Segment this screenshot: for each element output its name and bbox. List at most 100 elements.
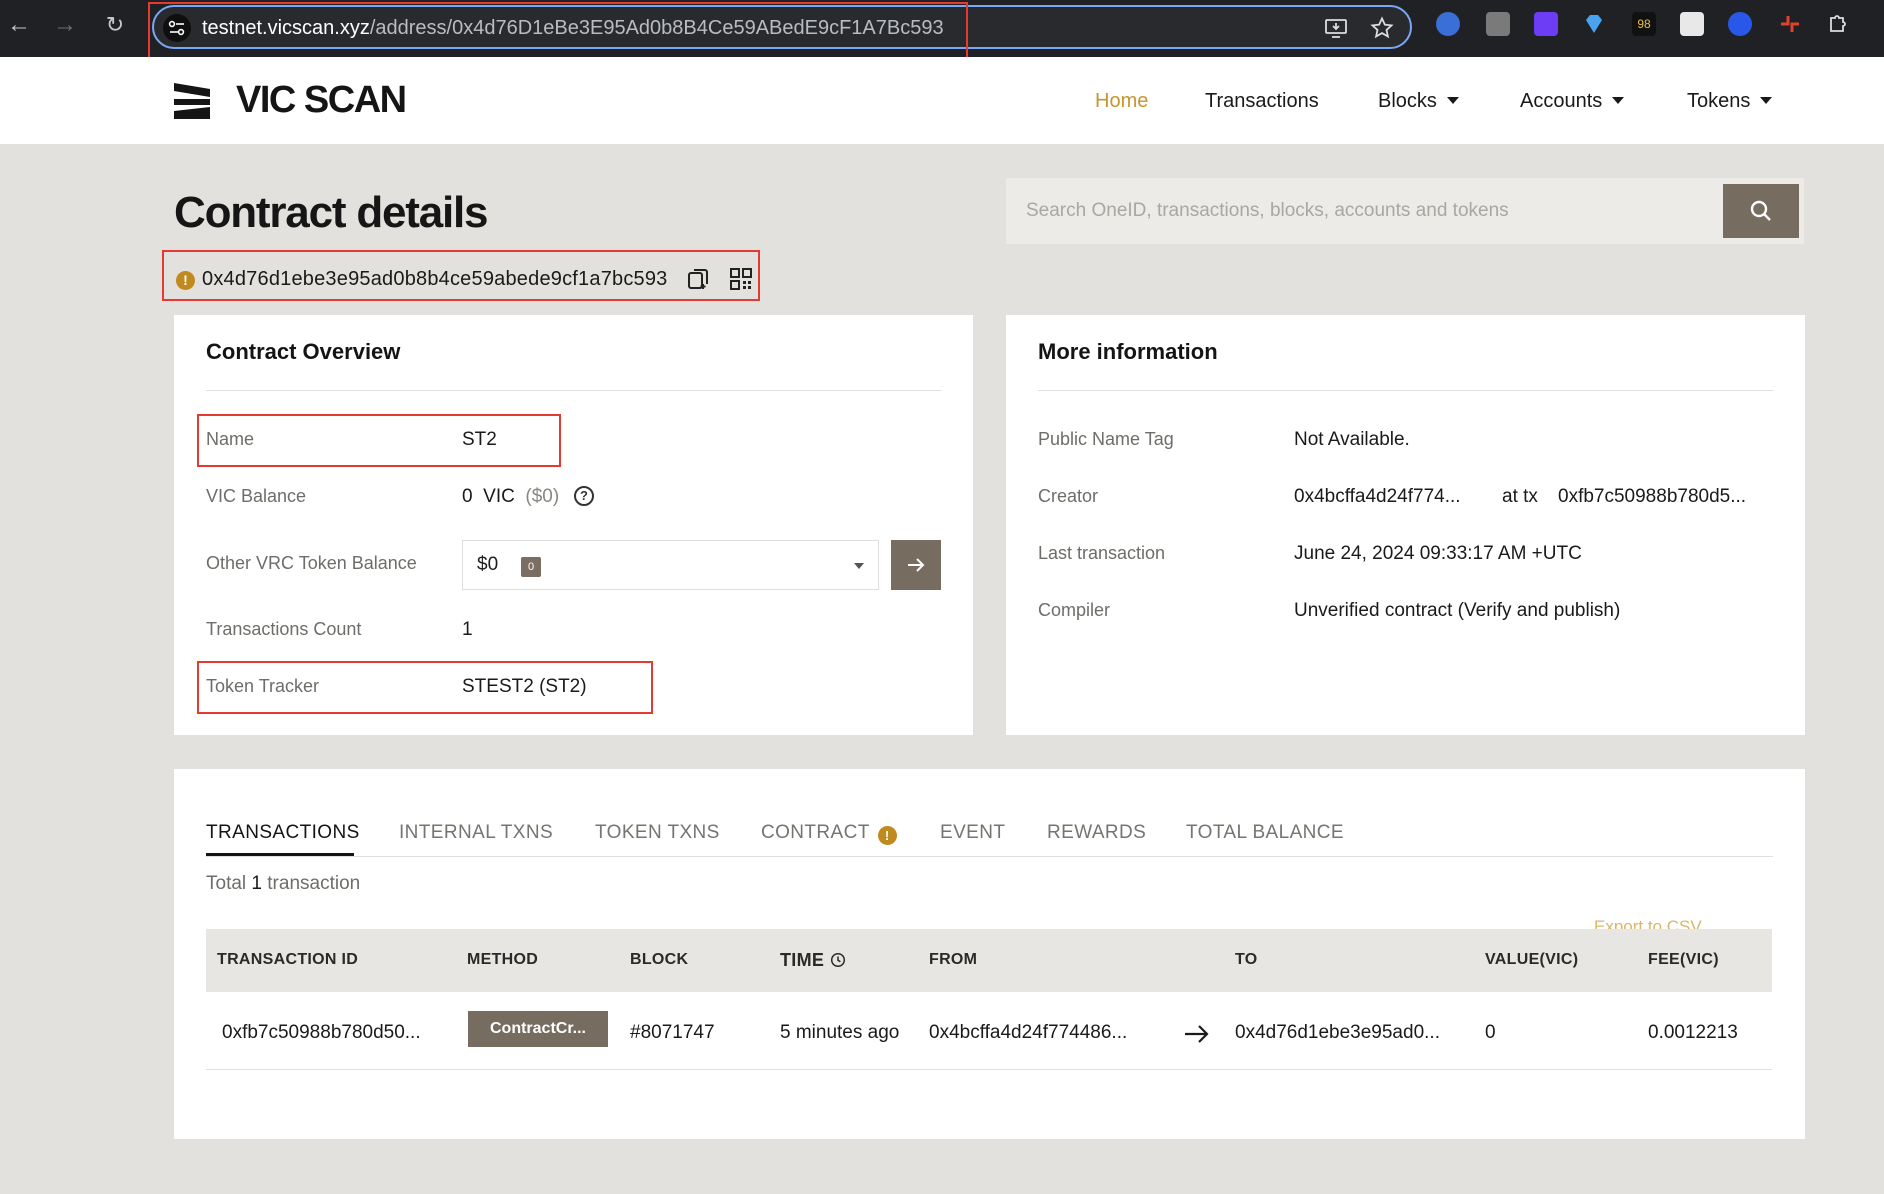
search-placeholder: Search OneID, transactions, blocks, acco… bbox=[1026, 200, 1509, 221]
red-extension-icon[interactable] bbox=[1778, 12, 1802, 36]
nav-tokens[interactable]: Tokens bbox=[1687, 90, 1773, 113]
warning-icon: ! bbox=[877, 826, 897, 845]
98-extension-icon[interactable]: 98 bbox=[1632, 12, 1656, 36]
last-transaction-value: June 24, 2024 09:33:17 AM +UTC bbox=[1294, 543, 1582, 564]
vic-balance-value: 0 VIC ($0) bbox=[462, 486, 559, 508]
target-extension-icon[interactable] bbox=[1728, 12, 1752, 36]
vic-balance-label: VIC Balance bbox=[206, 486, 307, 506]
address-bar[interactable]: testnet.vicscan.xyz/address/0x4d76D1eBe3… bbox=[152, 5, 1412, 49]
nav-tokens-label: Tokens bbox=[1687, 90, 1751, 112]
arrow-right-icon bbox=[1184, 1023, 1210, 1050]
tx-id-link[interactable]: 0xfb7c50988b780d50... bbox=[222, 1022, 421, 1044]
tab-total-balance[interactable]: TOTAL BALANCE bbox=[1186, 822, 1344, 844]
diamond-extension-icon[interactable] bbox=[1582, 12, 1606, 36]
qr-code-icon[interactable] bbox=[729, 267, 753, 296]
divider bbox=[206, 390, 941, 391]
forward-icon[interactable]: → bbox=[52, 12, 78, 38]
table-header: TRANSACTION ID METHOD BLOCK TIME FROM TO… bbox=[206, 929, 1772, 992]
camera-extension-icon[interactable] bbox=[1486, 12, 1510, 36]
token-tracker-link[interactable]: STEST2 (ST2) bbox=[462, 676, 587, 698]
help-icon[interactable]: ? bbox=[574, 486, 594, 506]
token-count-badge: 0 bbox=[521, 557, 541, 577]
back-icon[interactable]: ← bbox=[6, 12, 32, 38]
tab-rewards[interactable]: REWARDS bbox=[1047, 822, 1146, 844]
caret-down-icon bbox=[1760, 97, 1773, 104]
tx-time: 5 minutes ago bbox=[780, 1022, 900, 1043]
browser-toolbar: ← → ↻ testnet.vicscan.xyz/address/0x4d76… bbox=[0, 0, 1884, 57]
bookmark-star-icon[interactable] bbox=[1370, 16, 1394, 40]
tab-token-txns[interactable]: TOKEN TXNS bbox=[595, 822, 720, 844]
col-method: METHOD bbox=[467, 951, 539, 968]
logo-text[interactable]: VIC SCAN bbox=[236, 79, 407, 122]
url-text[interactable]: testnet.vicscan.xyz/address/0x4d76D1eBe3… bbox=[202, 17, 944, 40]
col-fee: FEE(VIC) bbox=[1648, 951, 1719, 968]
url-path: /address/0x4d76D1eBe3E95Ad0b8B4Ce59ABedE… bbox=[369, 17, 944, 39]
nav-blocks[interactable]: Blocks bbox=[1378, 90, 1459, 113]
contract-overview-card: Contract Overview Name ST2 VIC Balance 0… bbox=[174, 315, 973, 735]
name-value: ST2 bbox=[462, 429, 497, 450]
vrc-token-select[interactable]: $0 0 bbox=[462, 540, 879, 590]
col-from: FROM bbox=[929, 951, 978, 968]
install-app-icon[interactable] bbox=[1324, 16, 1348, 40]
tx-count-label: Transactions Count bbox=[206, 619, 362, 639]
tab-contract-label: CONTRACT bbox=[761, 822, 870, 843]
divider bbox=[206, 1069, 1772, 1070]
search-button[interactable] bbox=[1723, 184, 1799, 238]
compiler-value[interactable]: Unverified contract (Verify and publish) bbox=[1294, 600, 1620, 622]
block-link[interactable]: #8071747 bbox=[630, 1022, 715, 1044]
reload-icon[interactable]: ↻ bbox=[102, 12, 128, 38]
total-suffix: transaction bbox=[267, 873, 361, 894]
token-holdings-button[interactable] bbox=[891, 540, 941, 590]
puzzle-extensions-icon[interactable] bbox=[1826, 12, 1850, 36]
nav-accounts-label: Accounts bbox=[1520, 90, 1603, 112]
nav-transactions[interactable]: Transactions bbox=[1205, 90, 1319, 113]
more-information-card: More information Public Name Tag Not Ava… bbox=[1006, 315, 1805, 735]
vicscan-logo-icon[interactable] bbox=[174, 83, 210, 119]
vrc-balance-value: $0 bbox=[477, 554, 499, 575]
vic-balance-unit: VIC bbox=[483, 486, 515, 507]
total-prefix: Total bbox=[206, 873, 247, 894]
warning-icon: ! bbox=[176, 271, 195, 290]
transactions-panel: TRANSACTIONS INTERNAL TXNS TOKEN TXNS CO… bbox=[174, 769, 1805, 1139]
total-count: 1 bbox=[251, 873, 262, 894]
contract-address: 0x4d76d1ebe3e95ad0b8b4ce59abede9cf1a7bc5… bbox=[202, 268, 668, 290]
tab-transactions[interactable]: TRANSACTIONS bbox=[206, 822, 360, 844]
col-to: TO bbox=[1235, 951, 1258, 968]
token-tracker-label: Token Tracker bbox=[206, 676, 320, 696]
box-extension-icon[interactable] bbox=[1680, 12, 1704, 36]
to-address-link[interactable]: 0x4d76d1ebe3e95ad0... bbox=[1235, 1022, 1440, 1044]
export-csv-link[interactable]: Export to CSV bbox=[1594, 917, 1702, 929]
url-host: testnet.vicscan.xyz bbox=[202, 17, 370, 39]
tx-value: 0 bbox=[1485, 1022, 1496, 1043]
creator-address-link[interactable]: 0x4bcffa4d24f774... bbox=[1294, 486, 1461, 508]
col-time-label: TIME bbox=[780, 950, 825, 970]
copy-icon[interactable] bbox=[686, 267, 710, 296]
nav-accounts[interactable]: Accounts bbox=[1520, 90, 1625, 113]
last-transaction-label: Last transaction bbox=[1038, 543, 1166, 563]
vrc-balance-label: Other VRC Token Balance bbox=[206, 553, 417, 573]
site-header: VIC SCAN Home Transactions Blocks Accoun… bbox=[0, 57, 1884, 144]
caret-down-icon bbox=[1612, 97, 1625, 104]
translate-extension-icon[interactable] bbox=[1436, 12, 1460, 36]
total-transactions: Total 1 transaction bbox=[206, 873, 360, 895]
name-label: Name bbox=[206, 429, 255, 449]
from-address-link[interactable]: 0x4bcffa4d24f774486... bbox=[929, 1022, 1127, 1044]
divider bbox=[206, 856, 1773, 857]
divider bbox=[1038, 390, 1773, 391]
tx-fee: 0.0012213 bbox=[1648, 1022, 1738, 1043]
tab-event[interactable]: EVENT bbox=[940, 822, 1005, 844]
compiler-label: Compiler bbox=[1038, 600, 1111, 620]
site-info-icon[interactable] bbox=[163, 14, 191, 42]
col-time[interactable]: TIME bbox=[780, 950, 846, 971]
card-title: More information bbox=[1038, 339, 1218, 364]
tab-contract[interactable]: CONTRACT! bbox=[761, 822, 897, 845]
vic-balance-usd: ($0) bbox=[525, 486, 560, 507]
card-title: Contract Overview bbox=[206, 339, 401, 364]
search-field[interactable]: Search OneID, transactions, blocks, acco… bbox=[1006, 178, 1804, 244]
nav-blocks-label: Blocks bbox=[1378, 90, 1437, 112]
vic-balance-amount: 0 bbox=[462, 486, 473, 507]
purple-extension-icon[interactable] bbox=[1534, 12, 1558, 36]
nav-home[interactable]: Home bbox=[1095, 90, 1148, 113]
tab-internal-txns[interactable]: INTERNAL TXNS bbox=[399, 822, 553, 844]
creator-tx-link[interactable]: 0xfb7c50988b780d5... bbox=[1558, 486, 1746, 508]
